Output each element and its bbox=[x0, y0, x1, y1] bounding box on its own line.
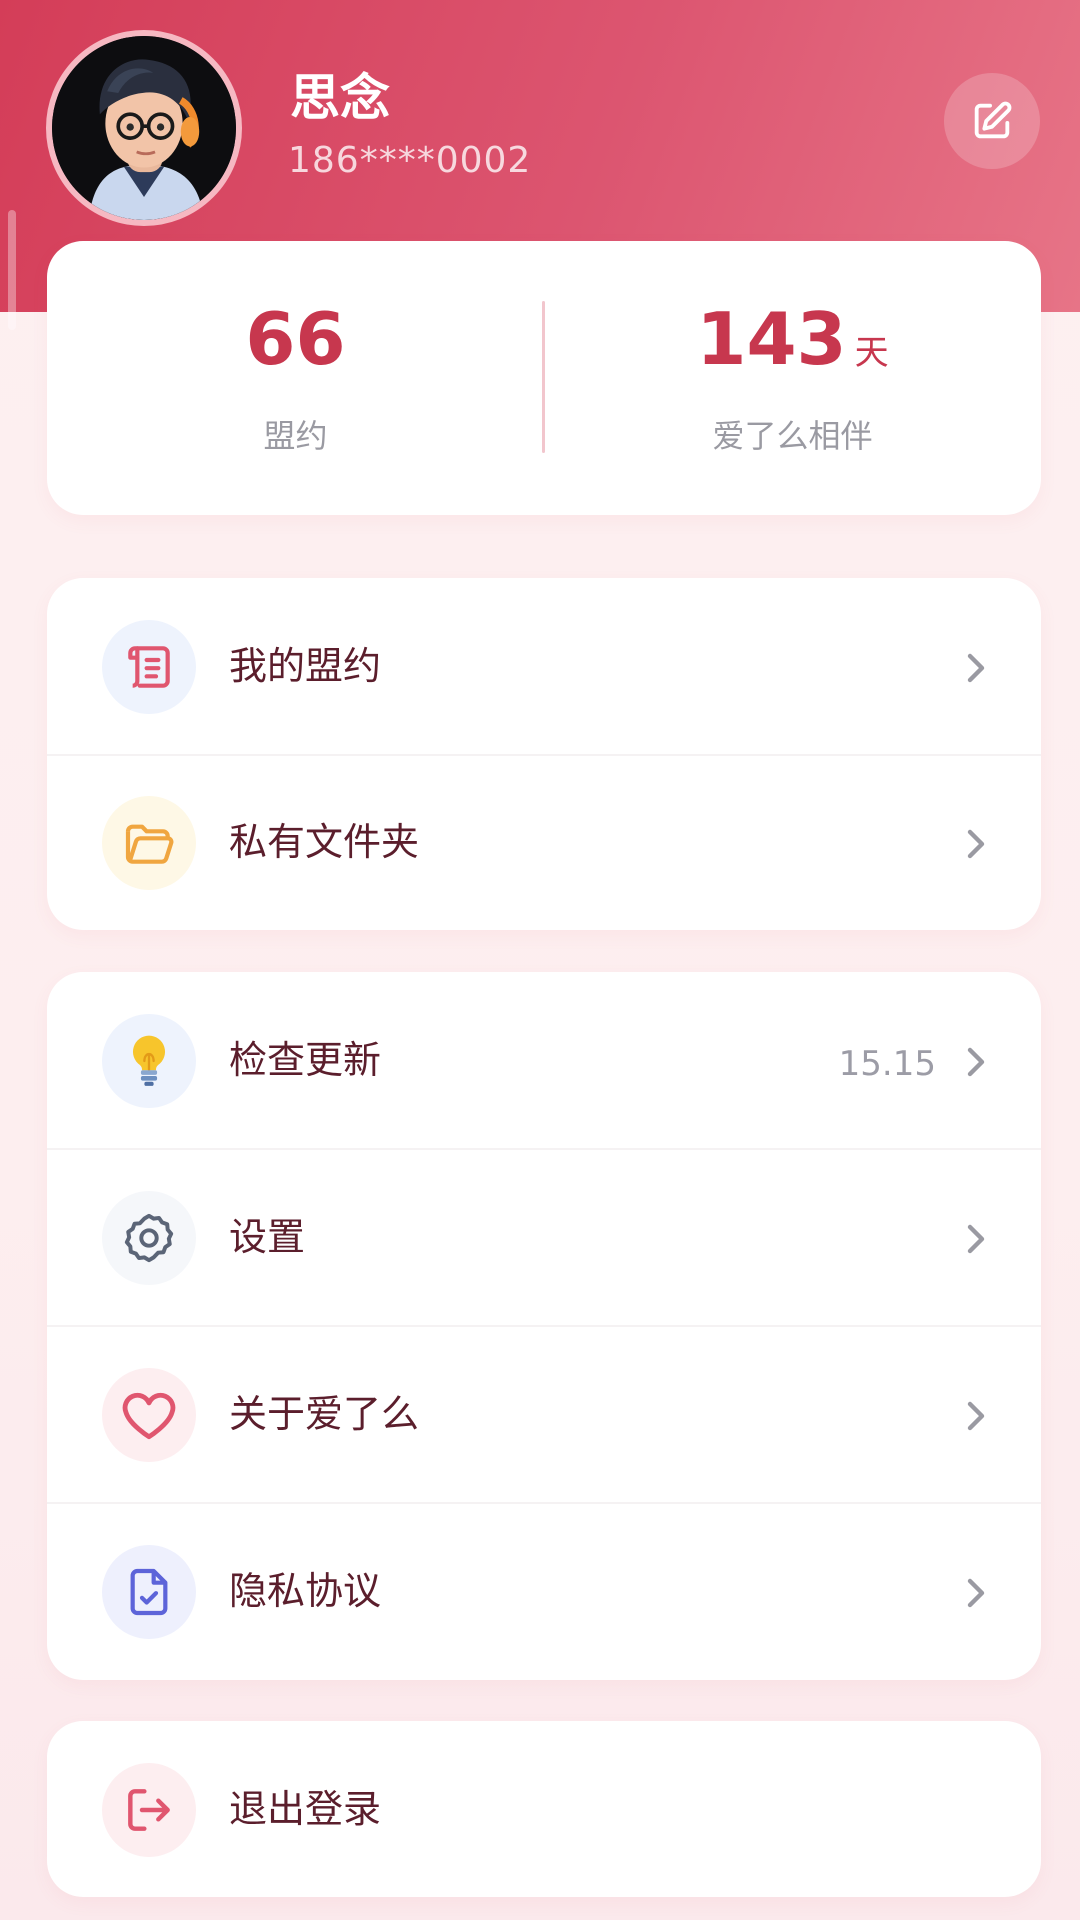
menu-item-label: 隐私协议 bbox=[229, 1569, 382, 1613]
settings-icon-bg bbox=[102, 1191, 196, 1285]
check-update-icon-bg bbox=[102, 1014, 196, 1108]
document-check-icon bbox=[130, 1568, 168, 1616]
logout-label: 退出登录 bbox=[229, 1787, 382, 1831]
avatar[interactable] bbox=[46, 30, 242, 226]
privacy-policy-icon-bg bbox=[102, 1545, 196, 1639]
private-folder-icon-bg bbox=[102, 796, 196, 890]
stat-days: 143 天 爱了么相伴 bbox=[544, 241, 1041, 515]
edit-profile-button[interactable] bbox=[944, 73, 1040, 169]
chevron-right-icon bbox=[957, 824, 997, 864]
menu-item-label: 设置 bbox=[229, 1215, 306, 1259]
menu-item-about[interactable]: 关于爱了么 bbox=[47, 1326, 1041, 1503]
gear-icon bbox=[124, 1213, 174, 1263]
stat-days-unit: 天 bbox=[854, 333, 889, 373]
menu-item-check-update[interactable]: 检查更新 15.15 bbox=[47, 972, 1041, 1149]
logout-button[interactable]: 退出登录 bbox=[47, 1721, 1041, 1898]
scroll-icon bbox=[128, 646, 170, 688]
stat-pledges-value: 66 bbox=[245, 297, 346, 381]
menu-item-label: 私有文件夹 bbox=[229, 820, 420, 864]
logout-card: 退出登录 bbox=[47, 1721, 1041, 1897]
menu-group-primary: 我的盟约 私有文件夹 bbox=[47, 578, 1041, 930]
lightbulb-icon bbox=[132, 1035, 166, 1086]
menu-item-label: 检查更新 bbox=[229, 1038, 382, 1082]
chevron-right-icon bbox=[957, 1042, 997, 1082]
stats-card: 66 盟约 143 天 爱了么相伴 bbox=[47, 241, 1041, 515]
about-icon-bg bbox=[102, 1368, 196, 1462]
chevron-right-icon bbox=[957, 1573, 997, 1613]
menu-item-label: 我的盟约 bbox=[229, 644, 382, 688]
menu-item-private-folder[interactable]: 私有文件夹 bbox=[47, 754, 1041, 931]
chevron-right-icon bbox=[957, 1396, 997, 1436]
my-pledges-icon-bg bbox=[102, 620, 196, 714]
menu-item-label: 关于爱了么 bbox=[229, 1392, 420, 1436]
version-number: 15.15 bbox=[838, 1044, 936, 1084]
menu-item-my-pledges[interactable]: 我的盟约 bbox=[47, 578, 1041, 755]
stat-days-label: 爱了么相伴 bbox=[712, 417, 873, 455]
heart-icon bbox=[122, 1392, 176, 1440]
folder-icon bbox=[125, 824, 174, 864]
stat-pledges[interactable]: 66 盟约 bbox=[47, 241, 544, 515]
scroll-indicator bbox=[8, 210, 16, 330]
chevron-right-icon bbox=[957, 648, 997, 688]
phone-number: 186****0002 bbox=[288, 140, 532, 181]
menu-item-settings[interactable]: 设置 bbox=[47, 1149, 1041, 1326]
stat-pledges-label: 盟约 bbox=[263, 417, 328, 455]
chevron-right-icon bbox=[957, 1219, 997, 1259]
menu-item-privacy-policy[interactable]: 隐私协议 bbox=[47, 1503, 1041, 1680]
logout-icon-bg bbox=[102, 1763, 196, 1857]
logout-icon bbox=[128, 1789, 170, 1831]
menu-group-secondary: 检查更新 15.15 设置 关于爱了么 隐私协议 bbox=[47, 972, 1041, 1680]
edit-icon bbox=[974, 101, 1012, 139]
avatar-illustration bbox=[52, 36, 236, 220]
username: 思念 bbox=[290, 69, 390, 127]
stat-days-value: 143 bbox=[696, 297, 847, 381]
stat-days-value-wrap: 143 天 bbox=[544, 303, 1041, 375]
